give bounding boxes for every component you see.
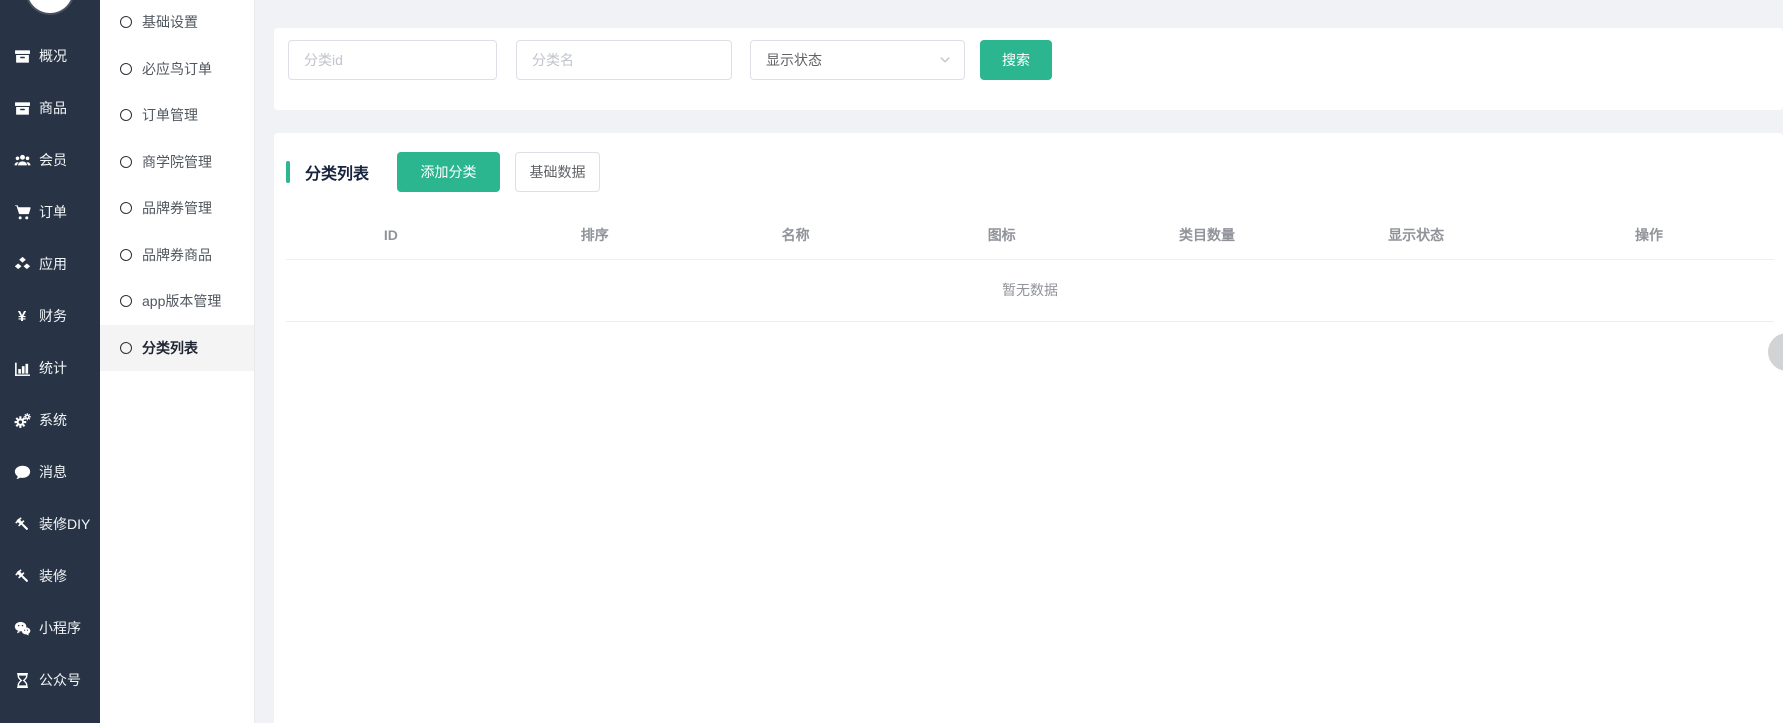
submenu-label: 必应鸟订单 [142,59,212,79]
submenu-label: 分类列表 [142,338,198,358]
wechat-icon [13,620,31,637]
search-button[interactable]: 搜索 [980,40,1052,80]
comment-icon [13,464,31,481]
primary-nav: 概况 商品 会员 订单 应用 [0,30,100,706]
circle-icon [120,342,132,354]
primary-nav-overview[interactable]: 概况 [0,30,100,82]
gears-icon [13,412,31,429]
primary-nav-messages[interactable]: 消息 [0,446,100,498]
circle-icon [120,156,132,168]
bar-chart-icon [13,360,31,377]
table-empty-row: 暂无数据 [286,259,1774,321]
table-header-row: ID 排序 名称 图标 类目数量 显示状态 操作 [286,211,1774,259]
col-header-name: 名称 [694,211,898,259]
col-header-id: ID [286,211,496,259]
submenu-item-order-management[interactable]: 订单管理 [100,92,254,139]
add-category-button[interactable]: 添加分类 [397,152,500,192]
primary-nav-apps[interactable]: 应用 [0,238,100,290]
primary-nav-label: 公众号 [39,670,81,690]
circle-icon [120,202,132,214]
circle-icon [120,249,132,261]
submenu-label: app版本管理 [142,291,221,311]
submenu-item-brand-coupon-management[interactable]: 品牌券管理 [100,185,254,232]
chevron-down-icon [938,53,952,67]
users-icon [13,152,31,169]
category-name-input[interactable] [516,40,732,80]
accent-bar [286,161,290,183]
primary-nav-label: 商品 [39,98,67,118]
secondary-nav: 基础设置 必应鸟订单 订单管理 商学院管理 品牌券管理 品牌券商品 app版本管… [100,0,254,371]
panel-header: 分类列表 添加分类 基础数据 [286,152,1783,192]
circle-icon [120,109,132,121]
primary-nav-orders[interactable]: 订单 [0,186,100,238]
submenu-label: 基础设置 [142,12,198,32]
basic-data-button[interactable]: 基础数据 [515,152,600,192]
primary-nav-label: 消息 [39,462,67,482]
primary-nav-goods[interactable]: 商品 [0,82,100,134]
col-header-icon: 图标 [898,211,1106,259]
archive-icon [13,48,31,65]
empty-state-text: 暂无数据 [286,259,1774,321]
secondary-sidebar: 基础设置 必应鸟订单 订单管理 商学院管理 品牌券管理 品牌券商品 app版本管… [100,0,255,723]
yen-icon: ¥ [13,308,31,325]
submenu-item-brand-coupon-goods[interactable]: 品牌券商品 [100,232,254,279]
submenu-item-bird-orders[interactable]: 必应鸟订单 [100,46,254,93]
hourglass-icon [13,672,31,689]
primary-nav-members[interactable]: 会员 [0,134,100,186]
gavel-icon [13,568,31,585]
category-table: ID 排序 名称 图标 类目数量 显示状态 操作 暂无数据 [286,211,1774,322]
submenu-label: 订单管理 [142,105,198,125]
primary-nav-label: 财务 [39,306,67,326]
primary-sidebar: 概况 商品 会员 订单 应用 [0,0,100,723]
circle-icon [120,16,132,28]
primary-nav-official-account[interactable]: 公众号 [0,654,100,706]
primary-nav-stats[interactable]: 统计 [0,342,100,394]
circle-icon [120,295,132,307]
main-content: 显示状态 搜索 分类列表 添加分类 基础数据 ID 排序 名称 [255,0,1783,723]
col-header-item-count: 类目数量 [1106,211,1308,259]
display-status-value: 显示状态 [766,50,822,70]
category-id-input[interactable] [288,40,497,80]
submenu-item-basic-settings[interactable]: 基础设置 [100,0,254,46]
primary-nav-label: 应用 [39,254,67,274]
primary-nav-finance[interactable]: ¥ 财务 [0,290,100,342]
submenu-label: 品牌券商品 [142,245,212,265]
submenu-label: 商学院管理 [142,152,212,172]
app-logo[interactable] [27,0,73,13]
gavel-icon [13,516,31,533]
primary-nav-label: 概况 [39,46,67,66]
page-title: 分类列表 [305,160,369,184]
submenu-item-category-list[interactable]: 分类列表 [100,325,254,372]
primary-nav-label: 订单 [39,202,67,222]
circle-icon [120,63,132,75]
primary-nav-label: 装修DIY [39,514,90,534]
submenu-item-business-school[interactable]: 商学院管理 [100,139,254,186]
col-header-sort: 排序 [496,211,694,259]
primary-nav-system[interactable]: 系统 [0,394,100,446]
category-list-card: 分类列表 添加分类 基础数据 ID 排序 名称 图标 类目数量 显示状态 操作 [274,133,1783,723]
submenu-item-app-version[interactable]: app版本管理 [100,278,254,325]
col-header-display-state: 显示状态 [1308,211,1524,259]
cart-icon [13,204,31,221]
primary-nav-label: 统计 [39,358,67,378]
primary-nav-label: 会员 [39,150,67,170]
cubes-icon [13,256,31,273]
filter-card: 显示状态 搜索 [274,28,1783,110]
primary-nav-label: 系统 [39,410,67,430]
primary-nav-decorate[interactable]: 装修 [0,550,100,602]
display-status-select[interactable]: 显示状态 [750,40,965,80]
primary-nav-decorate-diy[interactable]: 装修DIY [0,498,100,550]
box-icon [13,100,31,117]
submenu-label: 品牌券管理 [142,198,212,218]
primary-nav-mini-program[interactable]: 小程序 [0,602,100,654]
primary-nav-label: 小程序 [39,618,81,638]
primary-nav-label: 装修 [39,566,67,586]
col-header-actions: 操作 [1524,211,1774,259]
